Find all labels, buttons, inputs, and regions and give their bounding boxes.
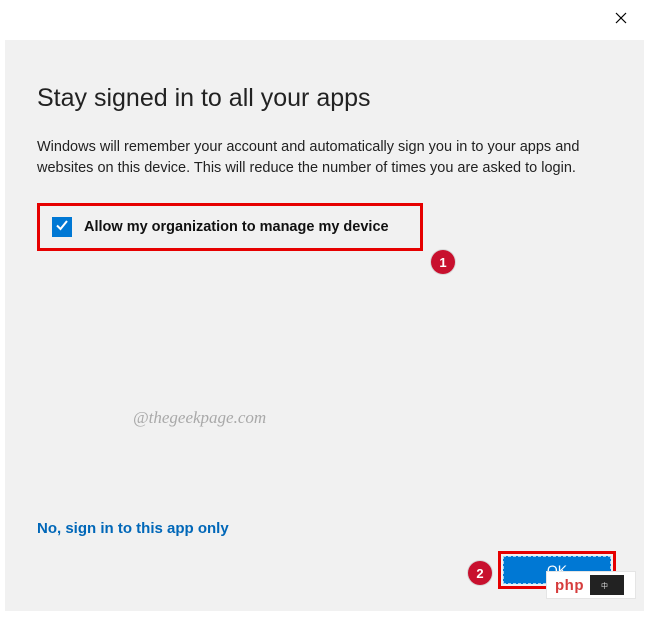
dialog-window: Stay signed in to all your apps Windows … bbox=[0, 0, 649, 631]
dialog-title: Stay signed in to all your apps bbox=[37, 84, 612, 113]
overlay-cn-icon: 中 bbox=[590, 575, 624, 595]
checkmark-icon bbox=[55, 218, 69, 237]
annotation-frame-1: Allow my organization to manage my devic… bbox=[37, 203, 423, 251]
dialog-description: Windows will remember your account and a… bbox=[37, 137, 597, 179]
watermark-text: @thegeekpage.com bbox=[133, 408, 266, 428]
annotation-badge-2: 2 bbox=[468, 561, 492, 585]
annotation-badge-1: 1 bbox=[431, 250, 455, 274]
allow-manage-checkbox[interactable] bbox=[52, 217, 72, 237]
svg-text:中: 中 bbox=[601, 581, 608, 590]
overlay-tag-text: php bbox=[547, 577, 584, 594]
sign-in-app-only-link[interactable]: No, sign in to this app only bbox=[37, 520, 229, 537]
allow-manage-label: Allow my organization to manage my devic… bbox=[84, 219, 389, 235]
close-icon bbox=[615, 11, 627, 29]
close-button[interactable] bbox=[611, 10, 631, 30]
content-panel: Stay signed in to all your apps Windows … bbox=[5, 40, 644, 611]
overlay-tag: php 中 bbox=[546, 571, 636, 599]
